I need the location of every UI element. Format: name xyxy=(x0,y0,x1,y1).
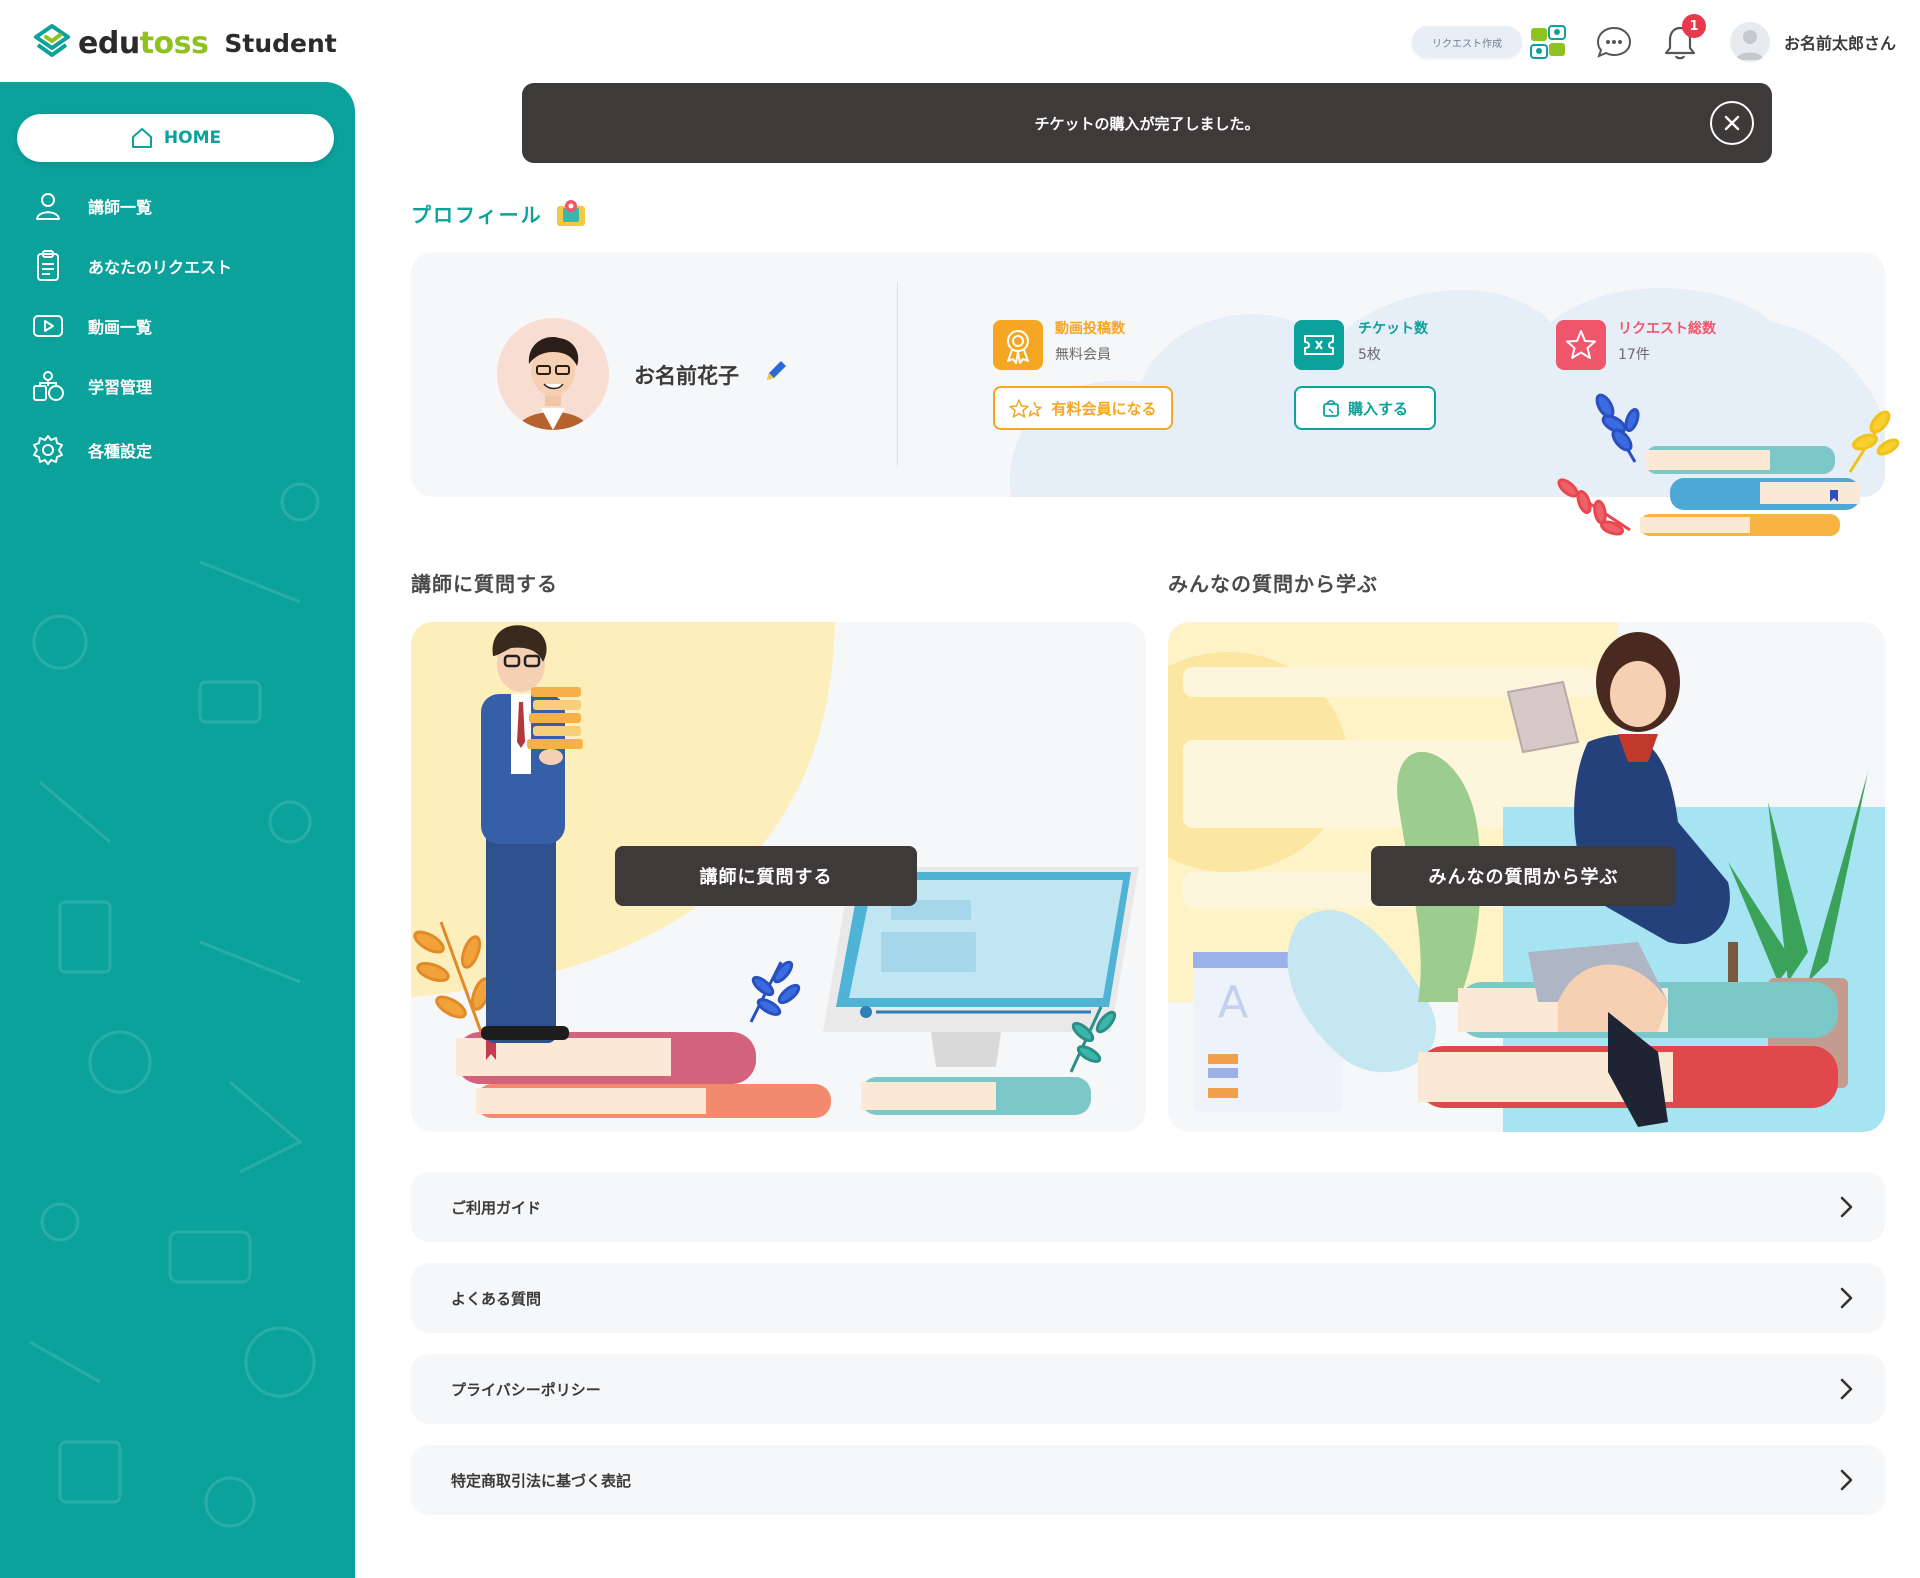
link-commercial-transactions[interactable]: 特定商取引法に基づく表記 xyxy=(411,1445,1885,1515)
sidebar-item-requests[interactable]: あなたのリクエスト xyxy=(30,246,232,286)
link-label: よくある質問 xyxy=(451,1289,542,1308)
stat-videos-icon-box xyxy=(993,320,1043,370)
chevron-right-icon xyxy=(1840,1378,1853,1400)
stat-tickets-label: チケット数 xyxy=(1358,321,1428,337)
learning-icon xyxy=(33,371,64,401)
clipboard-icon xyxy=(37,250,59,281)
stat-requests-icon-box xyxy=(1556,320,1606,370)
chevron-right-icon xyxy=(1840,1469,1853,1491)
chat-icon[interactable] xyxy=(1594,22,1634,62)
sidebar-item-videos[interactable]: 動画一覧 xyxy=(30,306,152,346)
stat-requests-label: リクエスト総数 xyxy=(1618,321,1716,337)
buy-tickets-label: 購入する xyxy=(1347,399,1408,418)
chevron-right-icon xyxy=(1840,1196,1853,1218)
logo-wordmark: edutoss xyxy=(78,25,209,61)
sidebar-item-label: 動画一覧 xyxy=(88,318,153,337)
sidebar-item-learning[interactable]: 学習管理 xyxy=(30,366,152,406)
profile-avatar[interactable] xyxy=(497,318,609,430)
stat-tickets-icon-box xyxy=(1294,320,1344,370)
award-icon xyxy=(1007,330,1029,364)
stars-icon xyxy=(1009,399,1043,418)
sidebar-item-label: 講師一覧 xyxy=(88,198,153,217)
brand-logo[interactable]: edutoss Student xyxy=(32,20,337,66)
link-label: ご利用ガイド xyxy=(451,1198,542,1217)
user-name[interactable]: お名前太郎さん xyxy=(1784,30,1896,54)
learn-questions-card[interactable]: A みんなの質問から学ぶ xyxy=(1168,622,1885,1132)
profile-section-title: プロフィール xyxy=(411,198,587,228)
toast-close-button[interactable] xyxy=(1710,101,1754,145)
link-faq[interactable]: よくある質問 xyxy=(411,1263,1885,1333)
sidebar-home-button[interactable]: HOME xyxy=(17,114,334,162)
ticket-icon xyxy=(1304,335,1334,355)
chevron-right-icon xyxy=(1840,1287,1853,1309)
header-actions: リクエスト作成 1 お名前太郎さん xyxy=(1411,14,1896,66)
sidebar-item-label: 各種設定 xyxy=(88,442,153,461)
logo-mark-icon xyxy=(34,24,70,57)
buy-tickets-button[interactable]: 購入する xyxy=(1294,386,1436,430)
upgrade-membership-label: 有料会員になる xyxy=(1051,399,1157,418)
link-usage-guide[interactable]: ご利用ガイド xyxy=(411,1172,1885,1242)
svg-text:A: A xyxy=(1218,977,1248,1028)
gear-icon xyxy=(33,435,63,465)
learn-questions-heading: みんなの質問から学ぶ xyxy=(1168,572,1378,596)
sidebar-item-settings[interactable]: 各種設定 xyxy=(30,430,152,470)
sidebar-item-label: あなたのリクエスト xyxy=(88,258,233,277)
person-icon xyxy=(36,193,60,220)
sidebar: HOME 講師一覧 あなたのリクエスト 動画一覧 学習管理 各種設定 xyxy=(0,82,355,1578)
profile-avatar-illustration xyxy=(517,337,589,430)
learn-questions-button[interactable]: みんなの質問から学ぶ xyxy=(1371,846,1676,906)
profile-badge-icon xyxy=(556,200,585,226)
request-create-button[interactable]: リクエスト作成 xyxy=(1411,26,1522,58)
sidebar-home-label: HOME xyxy=(163,128,222,148)
notification-badge: 1 xyxy=(1681,14,1706,38)
video-icon xyxy=(33,315,63,337)
notification-button[interactable]: 1 xyxy=(1660,14,1706,62)
logo-subtitle: Student xyxy=(224,28,337,58)
profile-divider xyxy=(897,282,898,467)
shopping-bag-icon xyxy=(1323,400,1339,417)
page: edutoss Student リクエスト作成 1 お名前太郎さん HOME 講… xyxy=(0,0,1920,1578)
sidebar-item-label: 学習管理 xyxy=(88,378,153,397)
stat-videos-value: 無料会員 xyxy=(1055,347,1111,363)
link-label: プライバシーポリシー xyxy=(451,1380,601,1399)
request-chat-icon[interactable] xyxy=(1528,22,1568,62)
edit-pencil-icon[interactable] xyxy=(763,358,789,384)
stat-requests-value: 17件 xyxy=(1618,347,1650,363)
profile-name: お名前花子 xyxy=(634,364,739,388)
upgrade-membership-button[interactable]: 有料会員になる xyxy=(993,386,1173,430)
sidebar-item-teachers[interactable]: 講師一覧 xyxy=(30,186,152,226)
stat-tickets-value: 5枚 xyxy=(1358,347,1381,363)
profile-title-text: プロフィール xyxy=(411,202,543,227)
close-icon xyxy=(1724,115,1740,131)
user-avatar[interactable] xyxy=(1729,22,1770,62)
ask-teacher-button[interactable]: 講師に質問する xyxy=(615,846,917,906)
link-privacy-policy[interactable]: プライバシーポリシー xyxy=(411,1354,1885,1424)
star-icon xyxy=(1566,330,1596,359)
ask-teacher-card[interactable]: 講師に質問する xyxy=(411,622,1146,1132)
user-avatar-icon xyxy=(1735,30,1764,60)
home-icon xyxy=(131,128,152,148)
books-decoration-illustration xyxy=(1557,393,1900,536)
stat-videos-label: 動画投稿数 xyxy=(1055,321,1125,337)
toast-message: チケットの購入が完了しました。 xyxy=(1034,114,1260,133)
ask-teacher-heading: 講師に質問する xyxy=(411,572,558,596)
toast-notification: チケットの購入が完了しました。 xyxy=(522,83,1772,163)
link-label: 特定商取引法に基づく表記 xyxy=(451,1471,632,1490)
